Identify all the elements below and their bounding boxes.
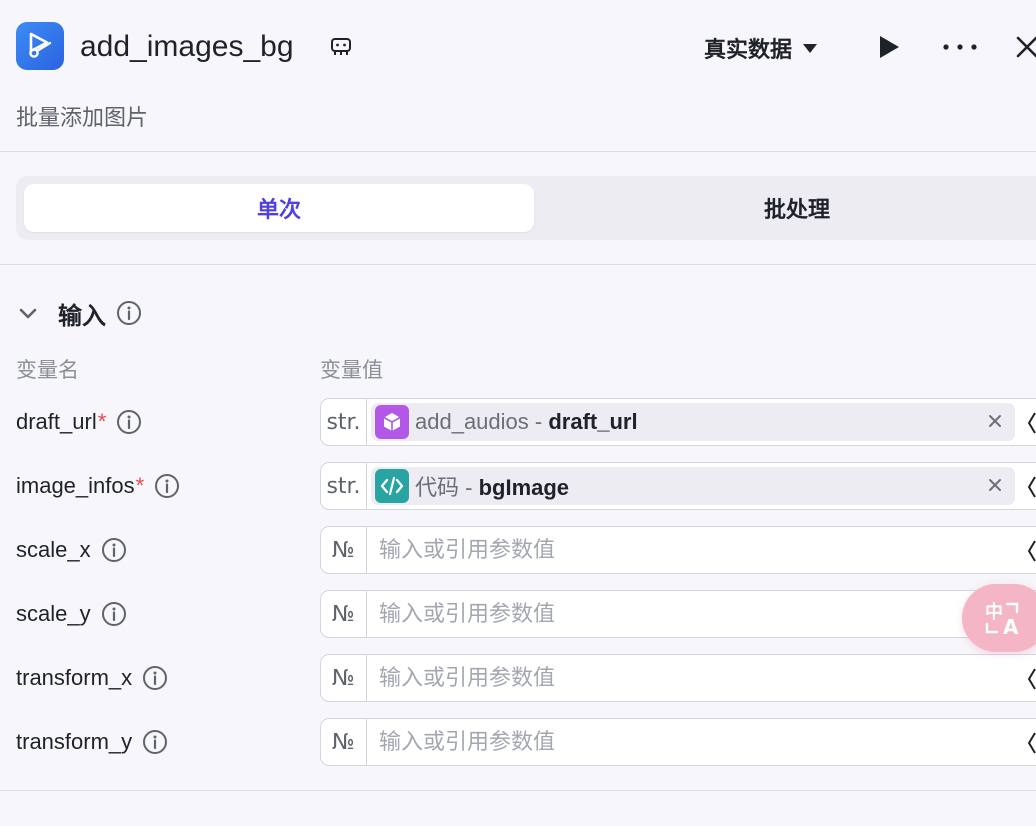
transform-y-input[interactable] (379, 722, 979, 762)
svg-text:中: 中 (985, 601, 1003, 623)
expand-icon[interactable] (1026, 475, 1036, 499)
param-name: transform_x (16, 665, 133, 690)
clear-icon[interactable] (985, 411, 1005, 431)
more-icon (943, 44, 977, 50)
param-field-transform-x[interactable]: № (320, 654, 1036, 702)
translate-icon: 中 A (985, 601, 1019, 638)
info-icon[interactable] (101, 601, 127, 627)
caret-down-icon (803, 44, 818, 53)
param-label-scale-x: scale_x (16, 530, 127, 570)
scale-x-input[interactable] (379, 530, 979, 570)
required-mark: * (135, 473, 145, 498)
cube-icon (375, 405, 409, 439)
type-tag: № (321, 527, 367, 573)
param-field-draft-url[interactable]: str. add_audios - draft_url (320, 398, 1036, 446)
close-button[interactable] (1014, 34, 1036, 60)
reference-label: add_audios - draft_url (415, 409, 638, 434)
svg-text:A: A (1003, 615, 1019, 638)
param-label-image-infos: image_infos * (16, 466, 180, 506)
param-field-scale-y[interactable]: № (320, 590, 1036, 638)
param-label-transform-y: transform_y (16, 722, 168, 762)
divider (0, 790, 1036, 791)
param-field-transform-y[interactable]: № (320, 718, 1036, 766)
edit-icon[interactable] (330, 36, 352, 58)
type-tag: str. (321, 399, 367, 445)
type-tag: № (321, 719, 367, 765)
transform-x-input[interactable] (379, 658, 979, 698)
node-title: add_images_bg (80, 30, 294, 63)
data-mode-label: 真实数据 (704, 37, 793, 62)
column-header-value: 变量值 (320, 359, 383, 382)
tab-single[interactable]: 单次 (24, 184, 534, 232)
expand-icon[interactable] (1026, 539, 1036, 563)
variable-reference[interactable]: 代码 - bgImage (371, 467, 1015, 505)
divider (0, 264, 1036, 265)
run-mode-tabs: 单次 批处理 (16, 176, 1036, 240)
expand-icon[interactable] (1026, 667, 1036, 691)
type-tag: № (321, 655, 367, 701)
section-title: 输入 (58, 302, 106, 330)
reference-label: 代码 - bgImage (415, 475, 570, 500)
info-icon[interactable] (142, 729, 168, 755)
run-button[interactable] (876, 34, 902, 60)
data-mode-select[interactable]: 真实数据 (704, 32, 818, 64)
node-header: add_images_bg 真实数据 批量添加图片 (0, 0, 1036, 152)
column-header-name: 变量名 (16, 359, 79, 382)
variable-reference[interactable]: add_audios - draft_url (371, 403, 1015, 441)
more-button[interactable] (942, 34, 978, 60)
param-name: image_infos (16, 473, 135, 498)
chevron-down-icon[interactable] (16, 301, 40, 325)
required-mark: * (97, 409, 107, 434)
translate-button[interactable]: 中 A (962, 584, 1036, 652)
video-edit-icon (16, 22, 64, 70)
info-icon[interactable] (116, 409, 142, 435)
close-icon (1016, 36, 1036, 58)
type-tag: № (321, 591, 367, 637)
param-name: scale_y (16, 601, 91, 626)
info-icon[interactable] (101, 537, 127, 563)
param-name: scale_x (16, 537, 91, 562)
info-icon[interactable] (154, 473, 180, 499)
type-tag: str. (321, 463, 367, 509)
input-section-header[interactable]: 输入 (16, 296, 142, 330)
param-name: draft_url (16, 409, 97, 434)
clear-icon[interactable] (985, 475, 1005, 495)
info-icon[interactable] (142, 665, 168, 691)
play-icon (880, 36, 899, 58)
param-field-scale-x[interactable]: № (320, 526, 1036, 574)
param-label-transform-x: transform_x (16, 658, 168, 698)
tab-batch[interactable]: 批处理 (542, 184, 1036, 232)
node-description: 批量添加图片 (16, 105, 149, 130)
code-icon (375, 469, 409, 503)
param-label-draft-url: draft_url * (16, 402, 142, 442)
param-field-image-infos[interactable]: str. 代码 - bgImage (320, 462, 1036, 510)
scale-y-input[interactable] (379, 594, 979, 634)
param-name: transform_y (16, 729, 133, 754)
param-label-scale-y: scale_y (16, 594, 127, 634)
expand-icon[interactable] (1026, 731, 1036, 755)
expand-icon[interactable] (1026, 411, 1036, 435)
info-icon[interactable] (116, 300, 142, 326)
